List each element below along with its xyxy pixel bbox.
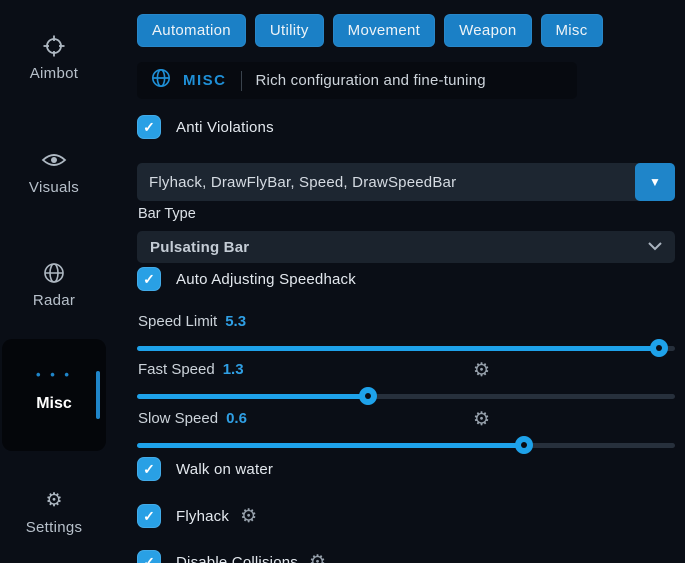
checkbox-label: Anti Violations <box>176 119 274 136</box>
checkbox-label: Auto Adjusting Speedhack <box>176 271 356 288</box>
checkbox-label: Disable Collisions <box>176 554 298 563</box>
globe-icon <box>151 68 171 93</box>
slider-label: Fast Speed <box>138 361 215 378</box>
checkbox-disable-collisions[interactable]: ✓ Disable Collisions ⚙ <box>137 550 326 563</box>
section-subtitle: Rich configuration and fine-tuning <box>256 72 486 89</box>
sidebar-item-label: Aimbot <box>0 65 108 82</box>
checkmark-icon[interactable]: ✓ <box>137 115 161 139</box>
sidebar-item-visuals[interactable]: Visuals <box>0 147 108 196</box>
slow-speed-label-row: Slow Speed 0.6 <box>138 410 247 427</box>
mod-menu-window: Aimbot Visuals Radar • • • Misc ⚙ Settin… <box>0 0 685 563</box>
ellipsis-icon: • • • <box>2 367 106 382</box>
sidebar-item-aimbot[interactable]: Aimbot <box>0 33 108 82</box>
fast-speed-slider[interactable] <box>137 387 675 405</box>
sidebar-item-label: Radar <box>0 292 108 309</box>
crosshair-icon <box>0 33 108 59</box>
slider-fill <box>137 443 524 448</box>
checkbox-flyhack[interactable]: ✓ Flyhack ⚙ <box>137 504 257 528</box>
speed-limit-label-row: Speed Limit 5.3 <box>138 313 246 330</box>
gear-icon[interactable]: ⚙ <box>473 410 490 429</box>
divider <box>241 71 242 91</box>
checkbox-auto-adjusting-speedhack[interactable]: ✓ Auto Adjusting Speedhack <box>137 267 356 291</box>
slider-value: 5.3 <box>225 313 246 330</box>
slider-fill <box>137 346 659 351</box>
checkbox-anti-violations[interactable]: ✓ Anti Violations <box>137 115 274 139</box>
slider-thumb[interactable] <box>515 436 533 454</box>
sidebar-item-label: Visuals <box>0 179 108 196</box>
section-header: MISC Rich configuration and fine-tuning <box>137 62 577 99</box>
gear-icon: ⚙ <box>0 487 108 513</box>
checkmark-icon[interactable]: ✓ <box>137 457 161 481</box>
select-value: Pulsating Bar <box>150 239 648 256</box>
bar-type-label: Bar Type <box>138 206 196 222</box>
checkbox-label: Flyhack <box>176 508 229 525</box>
misc-panel: Automation Utility Movement Weapon Misc … <box>137 0 675 563</box>
slider-label: Speed Limit <box>138 313 217 330</box>
sidebar-item-misc-selected[interactable]: • • • Misc <box>2 339 106 451</box>
tab-misc[interactable]: Misc <box>541 14 603 47</box>
sidebar-item-label: Misc <box>2 395 106 413</box>
slider-thumb[interactable] <box>359 387 377 405</box>
multiselect-value: Flyhack, DrawFlyBar, Speed, DrawSpeedBar <box>137 174 635 191</box>
slider-value: 1.3 <box>223 361 244 378</box>
tab-weapon[interactable]: Weapon <box>444 14 531 47</box>
tab-automation[interactable]: Automation <box>137 14 246 47</box>
category-tabs: Automation Utility Movement Weapon Misc <box>137 14 675 47</box>
sidebar-item-radar[interactable]: Radar <box>0 260 108 309</box>
bar-type-select[interactable]: Pulsating Bar <box>137 231 675 263</box>
sidebar-item-settings[interactable]: ⚙ Settings <box>0 487 108 536</box>
chevron-down-icon <box>648 238 662 256</box>
slider-thumb[interactable] <box>650 339 668 357</box>
fast-speed-label-row: Fast Speed 1.3 <box>138 361 244 378</box>
selected-indicator <box>96 371 100 419</box>
tab-movement[interactable]: Movement <box>333 14 435 47</box>
gear-icon[interactable]: ⚙ <box>309 553 326 563</box>
speed-limit-slider[interactable] <box>137 339 675 357</box>
globe-icon <box>0 260 108 286</box>
sidebar-item-label: Settings <box>0 519 108 536</box>
checkbox-walk-on-water[interactable]: ✓ Walk on water <box>137 457 273 481</box>
gear-icon[interactable]: ⚙ <box>473 361 490 380</box>
checkmark-icon[interactable]: ✓ <box>137 550 161 563</box>
slider-label: Slow Speed <box>138 410 218 427</box>
slider-fill <box>137 394 368 399</box>
slider-value: 0.6 <box>226 410 247 427</box>
tab-utility[interactable]: Utility <box>255 14 324 47</box>
slow-speed-slider[interactable] <box>137 436 675 454</box>
gear-icon[interactable]: ⚙ <box>240 507 257 526</box>
bar-multiselect[interactable]: Flyhack, DrawFlyBar, Speed, DrawSpeedBar… <box>137 163 675 201</box>
section-title: MISC <box>183 72 227 89</box>
dropdown-arrow-icon[interactable]: ▼ <box>635 163 675 201</box>
checkmark-icon[interactable]: ✓ <box>137 504 161 528</box>
checkbox-label: Walk on water <box>176 461 273 478</box>
checkmark-icon[interactable]: ✓ <box>137 267 161 291</box>
eye-icon <box>0 147 108 173</box>
